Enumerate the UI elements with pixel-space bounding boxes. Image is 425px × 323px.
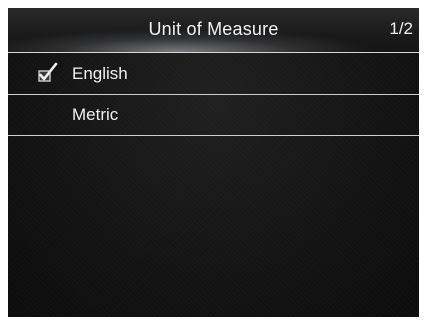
- checkbox-checked-icon: [36, 62, 60, 84]
- menu-item-metric[interactable]: Metric: [8, 95, 419, 136]
- menu-item-label: Metric: [72, 105, 119, 124]
- page-indicator: 1/2: [389, 19, 413, 38]
- title-bar: Unit of Measure 1/2: [8, 8, 419, 53]
- page-title: Unit of Measure: [148, 19, 279, 39]
- menu-item-english[interactable]: English: [8, 54, 419, 95]
- device-screen: Unit of Measure 1/2 English Metric: [8, 8, 419, 317]
- menu-item-label: English: [72, 64, 128, 83]
